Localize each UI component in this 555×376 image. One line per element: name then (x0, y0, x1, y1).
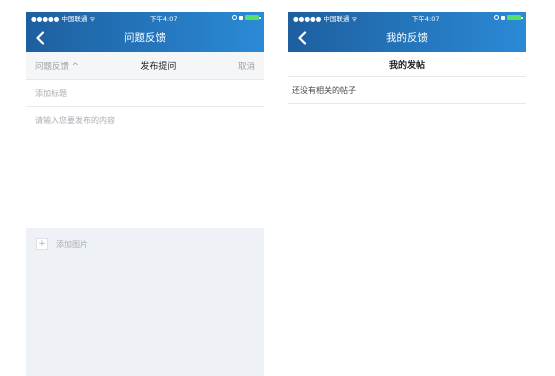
alarm-icon (493, 15, 499, 20)
nav-bar: 问题反馈 (26, 23, 264, 52)
image-upload-area: + 添加图片 (26, 228, 264, 376)
back-button[interactable] (297, 31, 309, 45)
section-title: 我的发帖 (288, 52, 526, 77)
plus-icon: + (36, 238, 48, 250)
page-title: 我的反馈 (386, 32, 428, 44)
orientation-lock-icon (500, 15, 505, 20)
add-image-button[interactable]: + 添加图片 (36, 238, 88, 250)
carrier-signal: ●●●●● 中国联通 ᯤ (31, 13, 95, 23)
status-bar: ●●●●● 中国联通 ᯤ 下午4:07 (26, 12, 264, 23)
empty-state-text: 还没有相关的帖子 (288, 77, 526, 104)
nav-bar: 我的反馈 (288, 23, 526, 52)
back-button[interactable] (35, 31, 47, 45)
carrier-text: ●●●●● 中国联通 ᯤ (293, 14, 358, 23)
status-icons (493, 15, 523, 20)
feedback-post-screen: ●●●●● 中国联通 ᯤ 下午4:07 问题反馈 问题反馈 ^ 发布提问 取消 … (26, 12, 264, 376)
status-time: 下午4:07 (411, 14, 440, 23)
orientation-lock-icon (238, 15, 243, 20)
alarm-icon (231, 15, 237, 20)
title-input[interactable]: 添加标题 (26, 80, 264, 107)
carrier-text: ●●●●● 中国联通 ᯤ (31, 14, 96, 23)
status-bar: ●●●●● 中国联通 ᯤ 下午4:07 (288, 12, 526, 23)
carrier-signal: ●●●●● 中国联通 ᯤ (293, 13, 357, 23)
content-textarea[interactable]: 请输入您要发布的内容 (26, 107, 264, 226)
status-time: 下午4:07 (149, 14, 178, 23)
battery-icon (244, 15, 261, 20)
toolbar-title: 发布提问 (140, 62, 177, 72)
post-toolbar: 问题反馈 ^ 发布提问 取消 (26, 52, 264, 80)
chevron-left-icon (36, 31, 45, 45)
page-title: 问题反馈 (124, 32, 166, 44)
category-dropdown[interactable]: 问题反馈 ^ (35, 60, 79, 72)
status-icons (231, 15, 261, 20)
battery-icon (506, 15, 523, 20)
cancel-button[interactable]: 取消 (238, 60, 255, 72)
my-feedback-screen: ●●●●● 中国联通 ᯤ 下午4:07 我的反馈 我的发帖 还没有相关的帖子 (288, 12, 526, 376)
chevron-left-icon (298, 31, 307, 45)
add-image-label: 添加图片 (56, 239, 88, 249)
